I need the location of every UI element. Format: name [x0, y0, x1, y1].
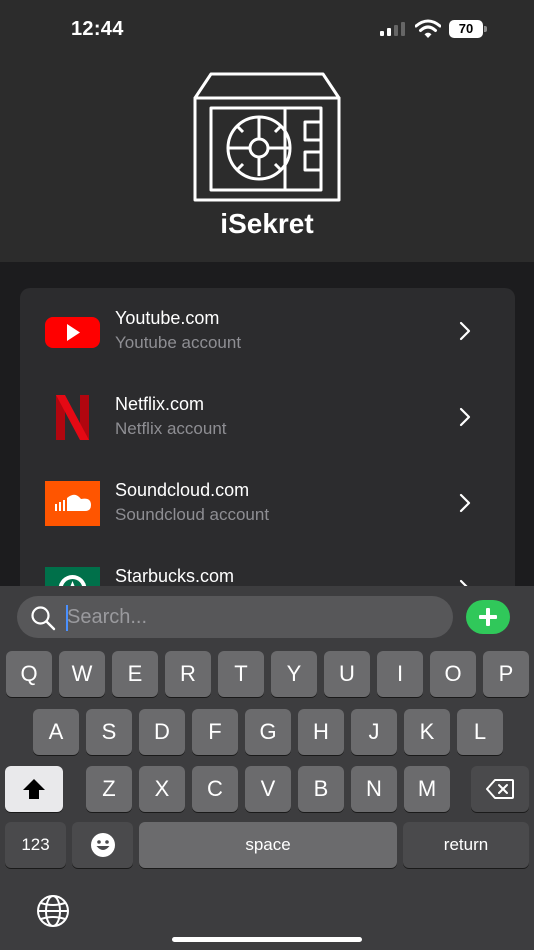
key-f[interactable]: F [192, 709, 238, 755]
netflix-logo-icon [56, 395, 89, 440]
numbers-key[interactable]: 123 [5, 822, 66, 868]
return-key[interactable]: return [403, 822, 529, 868]
account-item-youtube[interactable]: Youtube.com Youtube account [20, 288, 515, 374]
key-m[interactable]: M [404, 766, 450, 812]
youtube-logo-icon [45, 317, 100, 348]
account-subtitle: Youtube account [115, 333, 242, 352]
account-title: Netflix.com [115, 394, 205, 414]
account-title: Soundcloud.com [115, 480, 250, 500]
key-h[interactable]: H [298, 709, 344, 755]
key-b[interactable]: B [298, 766, 344, 812]
key-d[interactable]: D [139, 709, 185, 755]
key-x[interactable]: X [139, 766, 185, 812]
emoji-key[interactable] [72, 822, 133, 868]
key-l[interactable]: L [457, 709, 503, 755]
key-n[interactable]: N [351, 766, 397, 812]
key-g[interactable]: G [245, 709, 291, 755]
key-c[interactable]: C [192, 766, 238, 812]
chevron-right-icon [459, 321, 471, 341]
search-icon [31, 606, 56, 631]
account-title: Youtube.com [115, 308, 220, 328]
key-e[interactable]: E [112, 651, 158, 697]
account-item-soundcloud[interactable]: Soundcloud.com Soundcloud account [20, 460, 515, 546]
key-q[interactable]: Q [6, 651, 52, 697]
key-i[interactable]: I [377, 651, 423, 697]
account-title: Starbucks.com [115, 566, 235, 586]
home-indicator [172, 937, 362, 942]
cellular-signal-icon [380, 22, 406, 36]
add-account-button[interactable] [466, 600, 510, 634]
search-input[interactable] [67, 596, 437, 638]
shift-key[interactable] [5, 766, 63, 812]
status-bar: 12:44 70 [0, 0, 534, 60]
safe-vault-icon [193, 72, 341, 202]
emoji-icon [90, 833, 115, 857]
key-o[interactable]: O [430, 651, 476, 697]
search-field[interactable] [17, 596, 453, 638]
soundcloud-logo-icon [45, 481, 100, 526]
key-t[interactable]: T [218, 651, 264, 697]
globe-icon[interactable] [36, 894, 70, 928]
key-j[interactable]: J [351, 709, 397, 755]
wifi-icon [415, 19, 441, 38]
shift-arrow-icon [23, 779, 45, 799]
account-subtitle: Soundcloud account [115, 505, 270, 524]
backspace-icon [486, 779, 514, 799]
status-time: 12:44 [71, 18, 124, 40]
key-r[interactable]: R [165, 651, 211, 697]
space-key[interactable]: space [139, 822, 397, 868]
key-y[interactable]: Y [271, 651, 317, 697]
chevron-right-icon [459, 493, 471, 513]
chevron-right-icon [459, 407, 471, 427]
key-v[interactable]: V [245, 766, 291, 812]
key-s[interactable]: S [86, 709, 132, 755]
key-z[interactable]: Z [86, 766, 132, 812]
battery-level: 70 [449, 20, 483, 38]
key-k[interactable]: K [404, 709, 450, 755]
key-p[interactable]: P [483, 651, 529, 697]
key-w[interactable]: W [59, 651, 105, 697]
battery-icon: 70 [449, 20, 487, 38]
app-title: iSekret [220, 208, 314, 239]
key-a[interactable]: A [33, 709, 79, 755]
account-item-netflix[interactable]: Netflix.com Netflix account [20, 374, 515, 460]
delete-key[interactable] [471, 766, 529, 812]
accounts-list: Youtube.com Youtube account Netflix.com … [20, 288, 515, 608]
account-subtitle: Netflix account [115, 419, 227, 438]
app-header: 12:44 70 iSekret [0, 0, 534, 262]
key-u[interactable]: U [324, 651, 370, 697]
